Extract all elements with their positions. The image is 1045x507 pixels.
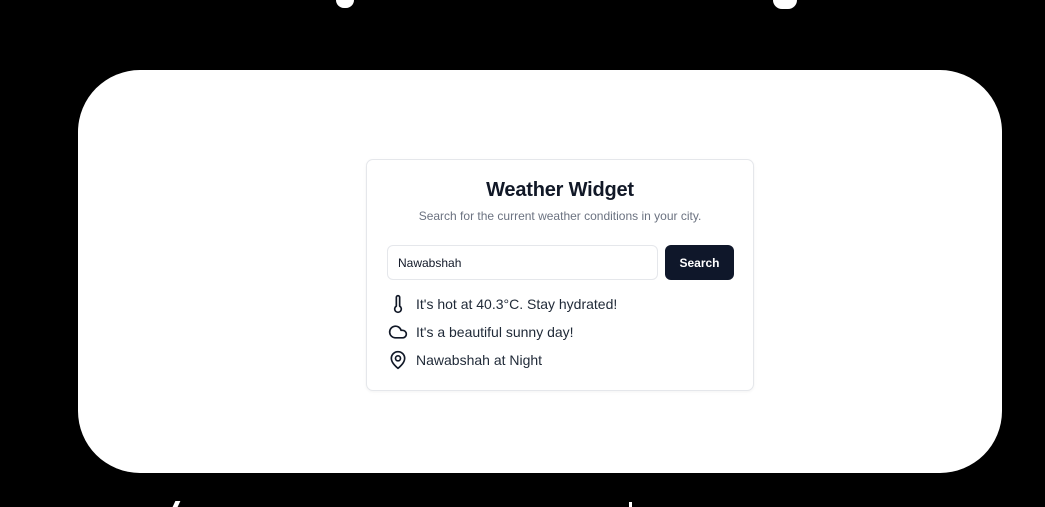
- conditions-row: It's a beautiful sunny day!: [388, 321, 574, 343]
- page: Weather Widget Search for the current we…: [0, 0, 1045, 507]
- widget-title: Weather Widget: [486, 179, 634, 201]
- location-row: Nawabshah at Night: [388, 349, 542, 371]
- clipped-heading-fragment: [773, 0, 797, 9]
- temperature-text: It's hot at 40.3°C. Stay hydrated!: [416, 296, 618, 312]
- thermometer-icon: [388, 294, 408, 314]
- weather-widget-card: Weather Widget Search for the current we…: [366, 159, 754, 391]
- temperature-row: It's hot at 40.3°C. Stay hydrated!: [388, 293, 617, 315]
- widget-subtitle: Search for the current weather condition…: [418, 209, 702, 223]
- conditions-text: It's a beautiful sunny day!: [416, 324, 574, 340]
- clipped-heading-fragment: [336, 0, 354, 8]
- search-button[interactable]: Search: [665, 245, 734, 280]
- clipped-footer-fragment: [629, 502, 632, 507]
- location-text: Nawabshah at Night: [416, 352, 543, 368]
- clipped-footer-fragment: [172, 501, 181, 507]
- city-search-input[interactable]: [387, 245, 658, 280]
- cloud-icon: [388, 322, 408, 342]
- map-pin-icon: [388, 350, 408, 370]
